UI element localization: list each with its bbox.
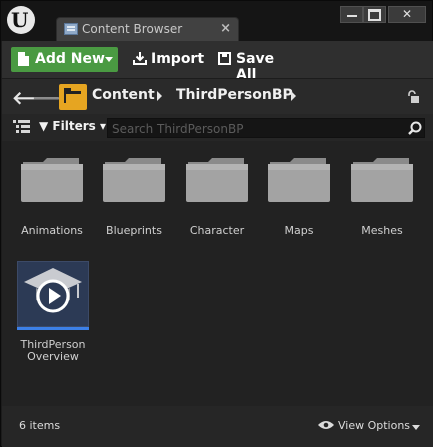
content-browser-icon: [64, 23, 78, 35]
folder-icon: [268, 158, 330, 202]
save-all-button[interactable]: Save All: [216, 47, 296, 83]
lock-icon[interactable]: [406, 90, 420, 104]
toolbar: Add New Import Save All: [2, 41, 433, 83]
minimize-icon: [346, 15, 357, 17]
content-browser-window: U Content Browser × ✕ Add New Import Sav…: [0, 0, 433, 447]
folder-tile[interactable]: Maps: [266, 146, 342, 241]
add-new-label: Add New: [35, 51, 105, 67]
view-options-button[interactable]: View Options: [318, 417, 426, 435]
filters-dropdown[interactable]: ▼ Filters ▾: [39, 119, 106, 133]
folder-icon: [21, 158, 83, 202]
close-button[interactable]: ✕: [388, 6, 426, 23]
folder-icon: [351, 158, 413, 202]
breadcrumb-thirdpersonbp[interactable]: ThirdPersonBP: [176, 87, 293, 103]
folder-name: Character: [189, 224, 245, 237]
breadcrumb-separator-icon[interactable]: [157, 91, 162, 101]
view-options-label: View Options: [338, 419, 411, 432]
tab-label: Content Browser: [82, 22, 183, 36]
folder-tile[interactable]: Character: [184, 146, 260, 241]
import-icon: [133, 52, 147, 65]
chevron-down-icon: [412, 425, 420, 430]
folder-icon: [103, 158, 165, 202]
breadcrumb-content[interactable]: Content: [92, 87, 155, 103]
folder-name: Animations: [21, 224, 83, 237]
search-icon[interactable]: [408, 121, 422, 135]
maximize-icon: [368, 9, 381, 21]
item-count: 6 items: [19, 419, 61, 432]
tab-close-icon[interactable]: ×: [220, 21, 231, 36]
folder-picker-button[interactable]: [59, 84, 87, 110]
unreal-logo-icon: U: [7, 6, 35, 34]
minimize-button[interactable]: [340, 6, 363, 23]
asset-tile-thirdperson-overview[interactable]: ThirdPerson Overview: [17, 261, 89, 363]
open-folder-icon: [64, 88, 81, 103]
import-label: Import: [151, 51, 205, 67]
folder-name: Maps: [284, 224, 314, 237]
path-bar: 🡐 🡒 Content ThirdPersonBP: [2, 78, 433, 115]
filter-bar: ▼ Filters ▾: [2, 114, 433, 141]
eye-icon: [318, 421, 334, 429]
tab-content-browser[interactable]: Content Browser ×: [56, 17, 239, 41]
folder-tile[interactable]: Blueprints: [101, 146, 177, 241]
search-input[interactable]: [107, 118, 425, 138]
tutorial-play-icon: [24, 268, 82, 313]
import-button[interactable]: Import: [131, 47, 204, 72]
filters-label: Filters: [52, 119, 96, 133]
breadcrumb-separator-icon[interactable]: [291, 91, 296, 101]
folder-tile[interactable]: Animations: [19, 146, 95, 241]
folder-name: Meshes: [361, 224, 403, 237]
asset-thumbnail: [17, 261, 89, 327]
content-panel: Add New Import Save All 🡐 🡒 Content Thir…: [2, 41, 433, 447]
folder-icon: [186, 158, 248, 202]
sources-panel-icon[interactable]: [13, 119, 30, 134]
filter-funnel-icon: ▼: [39, 119, 49, 133]
folder-tile[interactable]: Meshes: [349, 146, 425, 241]
save-icon: [218, 52, 231, 65]
status-bar: 6 items View Options: [2, 406, 433, 446]
maximize-button[interactable]: [363, 6, 386, 23]
chevron-down-icon: [105, 57, 113, 62]
new-file-icon: [18, 52, 29, 66]
add-new-button[interactable]: Add New: [11, 47, 118, 72]
chevron-down-icon: ▾: [99, 119, 106, 133]
asset-type-bar: [17, 327, 89, 330]
folder-name: Blueprints: [106, 224, 162, 237]
asset-view: Animations Blueprints Character Maps Mes…: [2, 141, 433, 406]
asset-name: ThirdPerson Overview: [20, 338, 86, 363]
title-bar: U Content Browser × ✕: [1, 1, 432, 41]
